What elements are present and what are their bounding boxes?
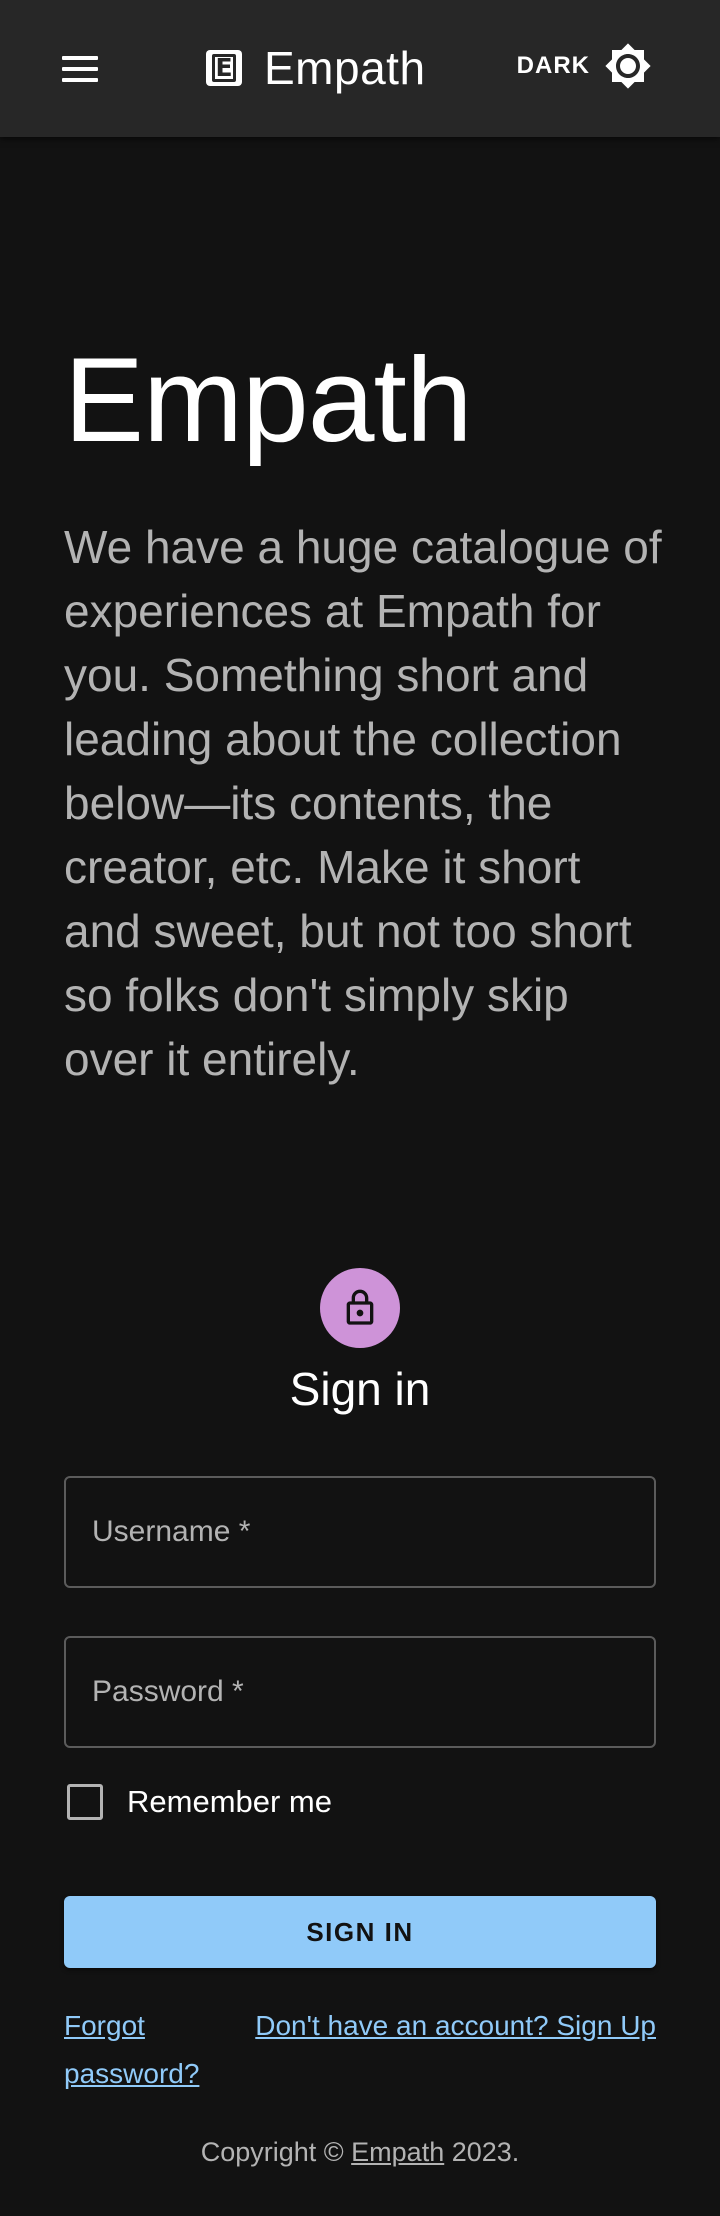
forgot-password-link[interactable]: Forgot password? — [64, 2002, 224, 2098]
hero-title: Empath — [64, 333, 473, 467]
copyright-link[interactable]: Empath — [351, 2137, 444, 2167]
password-field — [64, 1636, 656, 1748]
brand-logo-icon: E — [206, 50, 242, 86]
app-bar: E Empath DARK — [0, 0, 720, 137]
brand[interactable]: E Empath — [206, 34, 426, 102]
sign-in-button[interactable]: SIGN IN — [64, 1896, 656, 1968]
username-input[interactable] — [66, 1478, 654, 1586]
menu-icon[interactable] — [52, 48, 108, 90]
brand-logo-letter: E — [212, 54, 236, 82]
signin-title: Sign in — [289, 1363, 431, 1415]
remember-me-checkbox[interactable] — [67, 1784, 103, 1820]
username-field — [64, 1476, 656, 1588]
password-input[interactable] — [66, 1638, 654, 1746]
copyright-suffix: 2023. — [444, 2137, 520, 2167]
lock-icon — [346, 1289, 374, 1325]
copyright-prefix: Copyright © — [200, 2137, 352, 2167]
theme-label: DARK — [516, 52, 590, 79]
hero-description: We have a huge catalogue of experiences … — [64, 521, 662, 1085]
sign-up-link[interactable]: Don't have an account? Sign Up — [255, 2002, 656, 2050]
theme-toggle-button[interactable]: DARK — [517, 42, 652, 90]
brand-name: Empath — [264, 42, 426, 94]
remember-me-label: Remember me — [127, 1784, 332, 1819]
copyright: Copyright © Empath 2023. — [0, 2137, 720, 2168]
lock-avatar — [320, 1268, 400, 1348]
remember-me-control[interactable]: Remember me — [64, 1784, 332, 1820]
brightness-icon — [604, 42, 652, 90]
